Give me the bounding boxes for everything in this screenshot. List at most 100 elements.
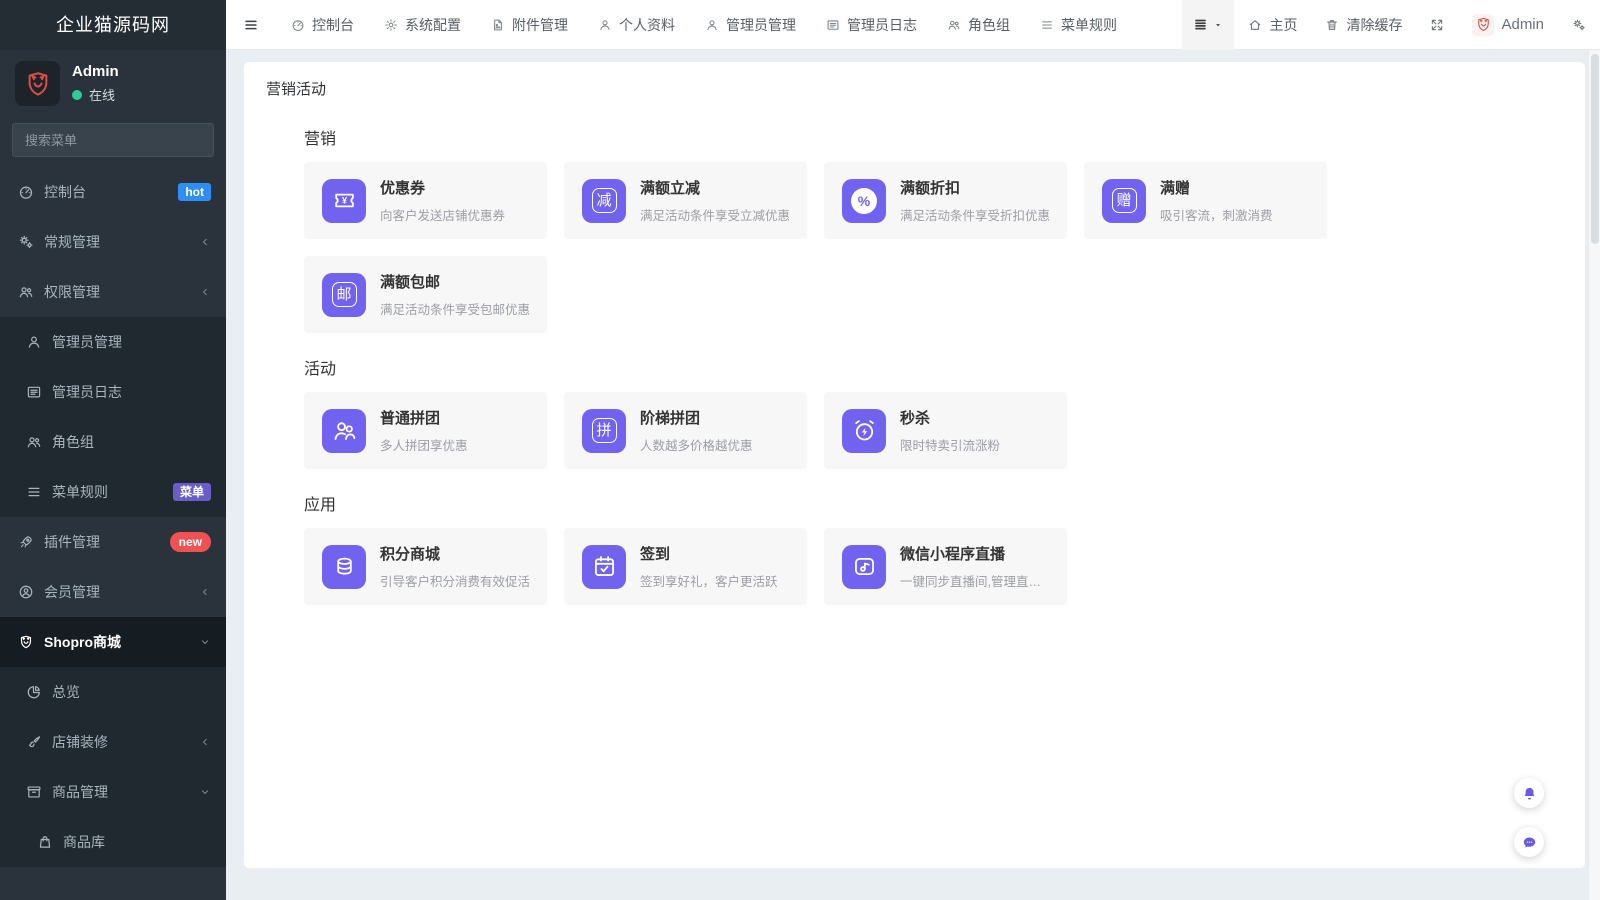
topbar-action-fullscreen[interactable]: [1416, 0, 1458, 50]
shop-icon: [18, 634, 34, 650]
sidebar-item-shopro-goods[interactable]: 商品管理: [0, 767, 226, 817]
topbar-action-home[interactable]: 主页: [1234, 0, 1311, 50]
topbar-tab-attachment[interactable]: 附件管理: [476, 0, 583, 50]
card-description: 向客户发送店铺优惠券: [380, 205, 505, 224]
user-icon: [598, 18, 612, 32]
topbar-tab-console[interactable]: 控制台: [276, 0, 369, 50]
feature-card-mp-live[interactable]: 微信小程序直播一键同步直播间,管理直播间: [824, 528, 1067, 605]
card-description: 多人拼团享优惠: [380, 435, 468, 454]
topbar-tab-admin-log[interactable]: 管理员日志: [811, 0, 932, 50]
feature-card-groupon-ladder[interactable]: 拼 阶梯拼团人数越多价格越优惠: [564, 392, 807, 469]
chevron-left-icon: [199, 586, 211, 598]
fab-message-button[interactable]: [1514, 827, 1544, 857]
trash-icon: [1325, 18, 1339, 32]
topbar-tab-role-group[interactable]: 角色组: [932, 0, 1025, 50]
sidebar-item-auth-admin[interactable]: 管理员管理: [0, 317, 226, 367]
card-title: 签到: [640, 543, 778, 564]
chevron-left-icon: [199, 736, 211, 748]
feature-card-score-shop[interactable]: 积分商城引导客户积分消费有效促活: [304, 528, 547, 605]
sidebar-toggle-button[interactable]: [226, 0, 276, 50]
sidebar: 企业猫源码网 Admin 在线 控制台hot 常规管理权限管理管理员管理管理员日志…: [0, 0, 226, 900]
tab-label: 角色组: [968, 15, 1010, 35]
dashboard-icon: [291, 18, 305, 32]
sidebar-item-label: 总览: [52, 682, 211, 702]
card-description: 满足活动条件享受包邮优惠: [380, 299, 530, 318]
chevron-down-icon: [199, 636, 211, 648]
cogs-icon: [18, 234, 34, 250]
card-title: 满额包邮: [380, 271, 530, 292]
live-icon: [851, 553, 878, 580]
ticket-icon: ¥: [331, 187, 358, 214]
gear-icon: [384, 18, 398, 32]
feature-card-signin[interactable]: 签到签到享好礼，客户更活跃: [564, 528, 807, 605]
submenu-shopro: 总览店铺装修商品管理商品库: [0, 667, 226, 867]
sidebar-item-label: 管理员日志: [52, 382, 211, 402]
sidebar-search: [12, 123, 214, 157]
tab-label: 管理员管理: [726, 15, 796, 35]
brand-title: 企业猫源码网: [0, 0, 226, 50]
feature-card-seckill[interactable]: 秒杀限时特卖引流涨粉: [824, 392, 1067, 469]
user-icon: [26, 334, 42, 350]
sidebar-item-label: 会员管理: [44, 582, 199, 602]
sidebar-item-shopro-decorate[interactable]: 店铺装修: [0, 717, 226, 767]
scrollbar-thumb[interactable]: [1591, 54, 1599, 244]
sidebar-item-label: 插件管理: [44, 532, 170, 552]
topbar-action-clear-cache[interactable]: 清除缓存: [1311, 0, 1416, 50]
sidebar-item-auth-rule[interactable]: 菜单规则菜单: [0, 467, 226, 517]
caret-down-icon: [1213, 20, 1223, 30]
card-icon-box: 拼: [582, 409, 626, 453]
online-status-label: 在线: [89, 85, 115, 104]
topbar-right: 主页 清除缓存 Admin: [1182, 0, 1600, 50]
content-area: 营销活动 营销¥优惠券向客户发送店铺优惠券减满额立减满足活动条件享受立减优惠%满…: [226, 50, 1588, 900]
char-glyph-icon: 拼: [592, 418, 617, 443]
card-icon-box: ¥: [322, 179, 366, 223]
user-name: Admin: [72, 63, 119, 80]
sidebar-item-addon[interactable]: 插件管理new: [0, 517, 226, 567]
menu-search-input[interactable]: [23, 132, 203, 149]
card-title: 普通拼团: [380, 407, 468, 428]
log-icon: [826, 18, 840, 32]
tabs-dropdown-button[interactable]: [1182, 0, 1234, 50]
fab-notification-button[interactable]: [1514, 778, 1544, 808]
section-title: 应用: [304, 491, 1565, 515]
card-description: 一键同步直播间,管理直播间: [900, 571, 1053, 590]
topbar-tab-menu-rule[interactable]: 菜单规则: [1025, 0, 1132, 50]
feature-card-free-shipping[interactable]: 邮满额包邮满足活动条件享受包邮优惠: [304, 256, 547, 333]
vertical-scrollbar: [1588, 50, 1600, 900]
topbar-tab-profile[interactable]: 个人资料: [583, 0, 690, 50]
sidebar-item-member[interactable]: 会员管理: [0, 567, 226, 617]
topbar-action-account[interactable]: Admin: [1458, 0, 1558, 50]
feature-card-groupon[interactable]: 普通拼团多人拼团享优惠: [304, 392, 547, 469]
sidebar-item-shopro-overview[interactable]: 总览: [0, 667, 226, 717]
card-title: 优惠券: [380, 177, 505, 198]
topbar: 控制台系统配置附件管理个人资料 管理员管理管理员日志 角色组菜单规则 主页 清除缓存 A…: [226, 0, 1600, 50]
sidebar-item-auth[interactable]: 权限管理: [0, 267, 226, 317]
account-label: Admin: [1501, 16, 1544, 33]
topbar-tab-admin-manage[interactable]: 管理员管理: [690, 0, 811, 50]
topbar-action-settings[interactable]: [1558, 0, 1600, 50]
chat-icon: [1521, 834, 1538, 851]
action-label: 清除缓存: [1346, 15, 1402, 35]
card-description: 人数越多价格越优惠: [640, 435, 753, 454]
card-icon-box: 减: [582, 179, 626, 223]
feature-card-full-discount[interactable]: %满额折扣满足活动条件享受折扣优惠: [824, 162, 1067, 239]
sidebar-item-auth-adminlog[interactable]: 管理员日志: [0, 367, 226, 417]
card-description: 满足活动条件享受立减优惠: [640, 205, 790, 224]
topbar-tab-sys-config[interactable]: 系统配置: [369, 0, 476, 50]
sidebar-item-shopro-goods-library[interactable]: 商品库: [0, 817, 226, 867]
sidebar-item-dashboard[interactable]: 控制台hot: [0, 167, 226, 217]
sidebar-item-general[interactable]: 常规管理: [0, 217, 226, 267]
coins-icon: [331, 553, 358, 580]
feature-card-full-reduce[interactable]: 减满额立减满足活动条件享受立减优惠: [564, 162, 807, 239]
sidebar-item-auth-group[interactable]: 角色组: [0, 417, 226, 467]
sidebar-item-label: Shopro商城: [44, 632, 199, 652]
card-title: 秒杀: [900, 407, 1000, 428]
card-icon-box: [582, 545, 626, 589]
feature-card-coupon[interactable]: ¥ 优惠券向客户发送店铺优惠券: [304, 162, 547, 239]
sidebar-item-label: 常规管理: [44, 232, 199, 252]
card-title: 阶梯拼团: [640, 407, 753, 428]
cat-logo-icon: [1472, 14, 1494, 36]
sidebar-item-shopro[interactable]: Shopro商城: [0, 617, 226, 667]
feature-card-full-gift[interactable]: 赠满赠吸引客流，刺激消费: [1084, 162, 1327, 239]
submenu-shopro-goods: 商品库: [0, 817, 226, 867]
